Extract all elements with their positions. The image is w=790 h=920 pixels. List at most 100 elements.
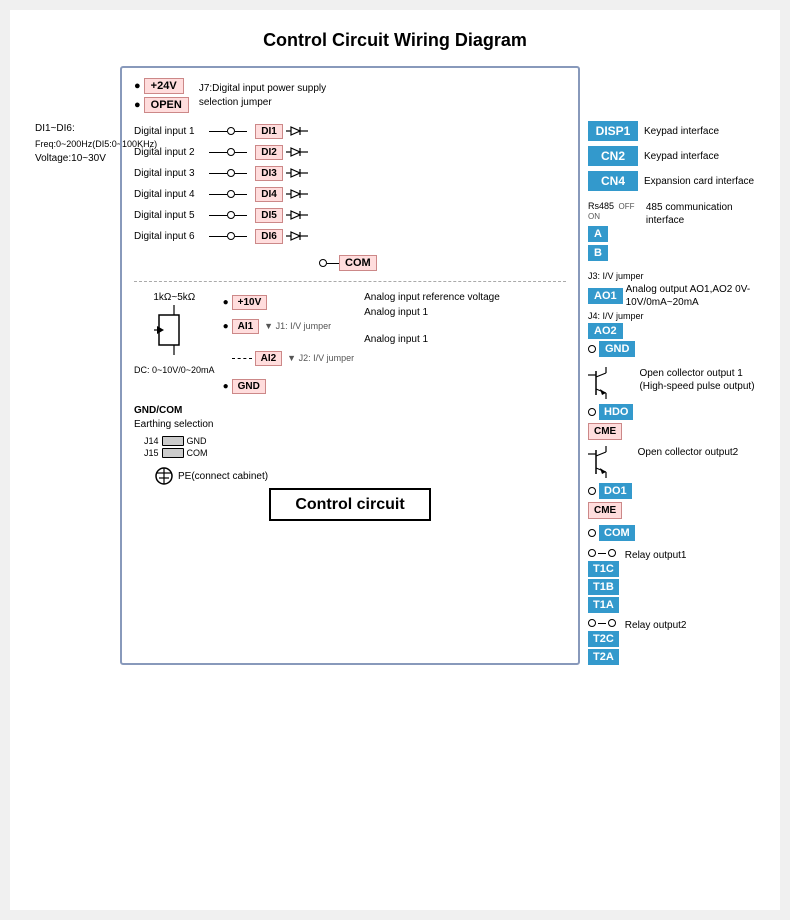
di5-label: Digital input 5 [134, 210, 209, 221]
di3-label: Digital input 3 [134, 168, 209, 179]
disp1-row: DISP1 Keypad interface [588, 121, 755, 141]
di5-diode [286, 207, 308, 223]
di-terminals: DI1 DI2 DI3 DI4 [255, 121, 308, 247]
cn2-terminal: CN2 [588, 146, 638, 166]
com-row: COM [134, 255, 566, 271]
rs485-b-terminal: B [588, 245, 608, 261]
ai2-note: Analog input 1 [364, 334, 500, 345]
cn4-desc: Expansion card interface [644, 176, 754, 187]
di4-label: Digital input 4 [134, 189, 209, 200]
j14-label: J14 [144, 436, 159, 446]
relay2-desc: Relay output2 [625, 619, 687, 632]
j15-val: COM [187, 448, 208, 458]
digital-inputs-section: Digital input 1 Digital input 2 Digital … [134, 121, 566, 247]
relay1-row: T1C T1B T1A Relay output1 [588, 549, 755, 613]
di-note-1: DI1~DI6: [35, 121, 120, 137]
pe-row: PE(connect cabinet) [154, 466, 566, 486]
ai1-note: Analog input 1 [364, 307, 500, 318]
dc-note: DC: 0~10V/0~20mA [134, 365, 215, 377]
analog-notes: Analog input reference voltage Analog in… [364, 292, 500, 345]
right-panel: DISP1 Keypad interface CN2 Keypad interf… [580, 66, 755, 665]
disp1-desc: Keypad interface [644, 126, 719, 137]
di1-diode [286, 123, 308, 139]
ai2-terminal: AI2 [255, 351, 283, 366]
t1b-terminal: T1B [588, 579, 619, 595]
pe-symbol [154, 466, 174, 486]
relay1-desc: Relay output1 [625, 549, 687, 562]
di-note-3: Voltage:10~30V [35, 151, 120, 167]
section-divider-1 [134, 281, 566, 282]
power-row: ● +24V ● OPEN J7:Digital input power sup… [134, 78, 566, 113]
pe-label: PE(connect cabinet) [178, 471, 268, 482]
do1-desc: Open collector output2 [638, 446, 739, 459]
t1a-terminal: T1A [588, 597, 619, 613]
t2c-terminal: T2C [588, 631, 619, 647]
j15-label: J15 [144, 448, 159, 458]
ai1-terminal: AI1 [232, 319, 260, 334]
gnd-com-subtitle: Earthing selection [134, 418, 214, 432]
ref-voltage-terminal: +10V [232, 295, 268, 310]
di4-diode [286, 186, 308, 202]
gnd-com-section: GND/COM Earthing selection J14 GND J15 C… [134, 404, 566, 486]
rs485-label: Rs485 [588, 201, 614, 211]
di1-label: Digital input 1 [134, 126, 209, 137]
page-title: Control Circuit Wiring Diagram [35, 30, 755, 51]
hdo-row: HDO CME Open collector output 1 (High-sp… [588, 367, 755, 440]
cn2-row: CN2 Keypad interface [588, 146, 755, 166]
analog-out-row: J3: I/V jumper AO1 Analog output AO1,AO2… [588, 271, 755, 357]
pot-symbol: 1kΩ~5kΩ DC: 0~10V/0~20mA [134, 292, 215, 377]
di6-diode [286, 228, 308, 244]
di2-label: Digital input 2 [134, 147, 209, 158]
control-circuit-label: Control circuit [269, 488, 430, 521]
hdo-desc: Open collector output 1 (High-speed puls… [639, 367, 755, 393]
di1-terminal: DI1 [255, 124, 283, 139]
hdo-cme-terminal: CME [588, 423, 622, 440]
ai2-jumper: J2: I/V jumper [299, 353, 355, 363]
di5-terminal: DI5 [255, 208, 283, 223]
ao-gnd-terminal: GND [599, 341, 635, 357]
rs485-row: Rs485 OFF ON A B 485 communication inter… [588, 201, 755, 261]
cn4-row: CN4 Expansion card interface [588, 171, 755, 191]
di2-terminal: DI2 [255, 145, 283, 160]
cn4-terminal: CN4 [588, 171, 638, 191]
pot-label: 1kΩ~5kΩ [153, 292, 195, 303]
left-notes: DI1~DI6: Freq:0~200Hz(DI5:0~100KHz) Volt… [35, 66, 120, 665]
di-input-labels: Digital input 1 Digital input 2 Digital … [134, 121, 247, 247]
ai1-jumper: J1: I/V jumper [276, 321, 332, 331]
power-24v: +24V [144, 78, 184, 94]
j7-note: J7:Digital input power supply selection … [199, 82, 339, 110]
t1c-terminal: T1C [588, 561, 619, 577]
rs485-a-terminal: A [588, 226, 608, 242]
ao-j4-note: J4: I/V jumper [588, 311, 755, 321]
relay2-row: T2C T2A Relay output2 [588, 619, 755, 665]
ao2-terminal: AO2 [588, 323, 623, 339]
di2-diode [286, 144, 308, 160]
di6-label: Digital input 6 [134, 231, 209, 242]
analog-terminals-group: ● +10V ● AI1 ▼ J1: I/V jumper ● AI2 ▼ [223, 292, 355, 396]
analog-section: 1kΩ~5kΩ DC: 0~10V/0~20mA ● +10V [134, 292, 566, 396]
ao1-terminal: AO1 [588, 288, 623, 304]
ao-desc: Analog output AO1,AO2 0V-10V/0mA~20mA [626, 283, 755, 309]
di4-terminal: DI4 [255, 187, 283, 202]
t2a-terminal: T2A [588, 649, 619, 665]
page: Control Circuit Wiring Diagram DI1~DI6: … [10, 10, 780, 910]
ao-j3-note: J3: I/V jumper [588, 271, 755, 281]
power-terminals: ● +24V ● OPEN [134, 78, 189, 113]
main-diagram-box: ● +24V ● OPEN J7:Digital input power sup… [120, 66, 580, 665]
potentiometer-svg [154, 305, 194, 365]
gnd-com-title: GND/COM [134, 404, 214, 418]
control-circuit-label-container: Control circuit [134, 496, 566, 514]
power-open: OPEN [144, 97, 189, 113]
di3-terminal: DI3 [255, 166, 283, 181]
com-terminal: COM [339, 255, 377, 271]
di-note-2: Freq:0~200Hz(DI5:0~100KHz) [35, 137, 120, 151]
ref-note: Analog input reference voltage [364, 292, 500, 303]
di6-terminal: DI6 [255, 229, 283, 244]
do1-cme-terminal: CME [588, 502, 622, 519]
di3-diode [286, 165, 308, 181]
com-out-row: COM [588, 525, 755, 541]
disp1-terminal: DISP1 [588, 121, 638, 141]
do1-terminal: DO1 [599, 483, 632, 499]
j14-val: GND [187, 436, 207, 446]
do1-row: DO1 CME Open collector output2 [588, 446, 755, 519]
